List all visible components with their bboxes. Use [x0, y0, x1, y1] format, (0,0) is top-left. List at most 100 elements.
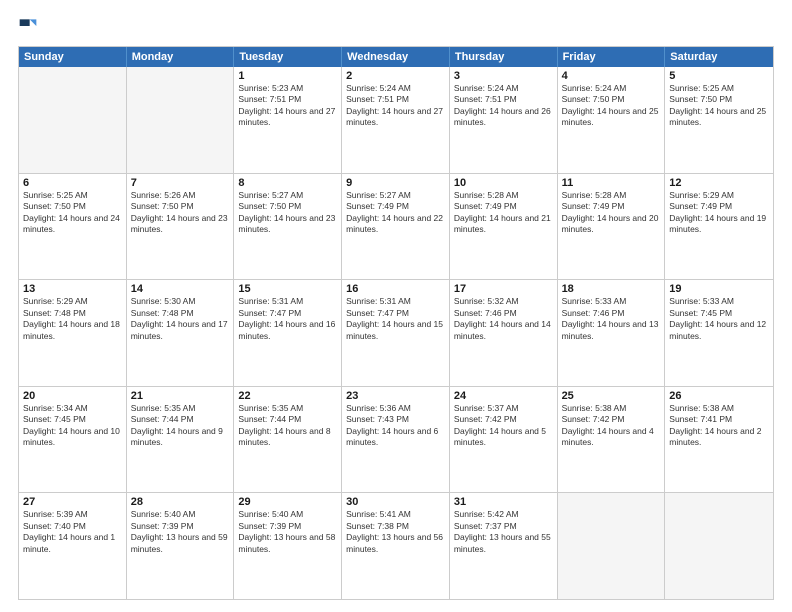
day-number: 22	[238, 390, 337, 402]
calendar-cell: 27Sunrise: 5:39 AMSunset: 7:40 PMDayligh…	[19, 493, 127, 599]
calendar-cell: 2Sunrise: 5:24 AMSunset: 7:51 PMDaylight…	[342, 67, 450, 173]
cell-info: Sunrise: 5:26 AM	[131, 190, 230, 201]
cell-info: Sunset: 7:44 PM	[238, 414, 337, 425]
cell-info: Daylight: 14 hours and 17 minutes.	[131, 319, 230, 342]
cell-info: Sunset: 7:49 PM	[669, 201, 769, 212]
cell-info: Sunset: 7:46 PM	[562, 308, 661, 319]
cell-info: Sunrise: 5:35 AM	[131, 403, 230, 414]
cell-info: Sunset: 7:49 PM	[562, 201, 661, 212]
header	[18, 16, 774, 36]
weekday-header: Monday	[127, 47, 235, 67]
calendar-cell: 3Sunrise: 5:24 AMSunset: 7:51 PMDaylight…	[450, 67, 558, 173]
calendar-cell: 23Sunrise: 5:36 AMSunset: 7:43 PMDayligh…	[342, 387, 450, 493]
calendar-cell	[558, 493, 666, 599]
logo-icon	[18, 16, 38, 36]
weekday-header: Friday	[558, 47, 666, 67]
cell-info: Daylight: 14 hours and 16 minutes.	[238, 319, 337, 342]
calendar-cell: 26Sunrise: 5:38 AMSunset: 7:41 PMDayligh…	[665, 387, 773, 493]
cell-info: Sunrise: 5:37 AM	[454, 403, 553, 414]
cell-info: Daylight: 14 hours and 27 minutes.	[238, 106, 337, 129]
cell-info: Daylight: 14 hours and 13 minutes.	[562, 319, 661, 342]
calendar-row: 1Sunrise: 5:23 AMSunset: 7:51 PMDaylight…	[19, 67, 773, 173]
cell-info: Daylight: 13 hours and 58 minutes.	[238, 532, 337, 555]
calendar-cell	[127, 67, 235, 173]
day-number: 28	[131, 496, 230, 508]
day-number: 4	[562, 70, 661, 82]
cell-info: Sunrise: 5:38 AM	[669, 403, 769, 414]
day-number: 31	[454, 496, 553, 508]
cell-info: Sunrise: 5:36 AM	[346, 403, 445, 414]
cell-info: Sunrise: 5:28 AM	[454, 190, 553, 201]
calendar-cell: 22Sunrise: 5:35 AMSunset: 7:44 PMDayligh…	[234, 387, 342, 493]
logo	[18, 16, 40, 36]
cell-info: Sunset: 7:51 PM	[238, 94, 337, 105]
cell-info: Sunset: 7:50 PM	[23, 201, 122, 212]
cell-info: Daylight: 14 hours and 10 minutes.	[23, 426, 122, 449]
calendar-cell: 17Sunrise: 5:32 AMSunset: 7:46 PMDayligh…	[450, 280, 558, 386]
day-number: 26	[669, 390, 769, 402]
cell-info: Sunrise: 5:42 AM	[454, 509, 553, 520]
cell-info: Daylight: 14 hours and 5 minutes.	[454, 426, 553, 449]
day-number: 11	[562, 177, 661, 189]
cell-info: Sunrise: 5:27 AM	[238, 190, 337, 201]
day-number: 13	[23, 283, 122, 295]
cell-info: Daylight: 14 hours and 23 minutes.	[131, 213, 230, 236]
day-number: 16	[346, 283, 445, 295]
cell-info: Daylight: 14 hours and 9 minutes.	[131, 426, 230, 449]
weekday-header: Tuesday	[234, 47, 342, 67]
cell-info: Daylight: 13 hours and 55 minutes.	[454, 532, 553, 555]
day-number: 25	[562, 390, 661, 402]
cell-info: Daylight: 14 hours and 21 minutes.	[454, 213, 553, 236]
day-number: 29	[238, 496, 337, 508]
calendar-cell: 18Sunrise: 5:33 AMSunset: 7:46 PMDayligh…	[558, 280, 666, 386]
calendar-cell: 6Sunrise: 5:25 AMSunset: 7:50 PMDaylight…	[19, 174, 127, 280]
cell-info: Sunrise: 5:25 AM	[23, 190, 122, 201]
calendar-cell: 16Sunrise: 5:31 AMSunset: 7:47 PMDayligh…	[342, 280, 450, 386]
cell-info: Daylight: 14 hours and 15 minutes.	[346, 319, 445, 342]
cell-info: Sunset: 7:51 PM	[454, 94, 553, 105]
cell-info: Daylight: 14 hours and 14 minutes.	[454, 319, 553, 342]
calendar-cell: 29Sunrise: 5:40 AMSunset: 7:39 PMDayligh…	[234, 493, 342, 599]
cell-info: Sunrise: 5:24 AM	[454, 83, 553, 94]
cell-info: Sunset: 7:44 PM	[131, 414, 230, 425]
calendar-cell: 31Sunrise: 5:42 AMSunset: 7:37 PMDayligh…	[450, 493, 558, 599]
cell-info: Daylight: 14 hours and 19 minutes.	[669, 213, 769, 236]
cell-info: Daylight: 14 hours and 23 minutes.	[238, 213, 337, 236]
cell-info: Sunset: 7:47 PM	[346, 308, 445, 319]
calendar-cell: 5Sunrise: 5:25 AMSunset: 7:50 PMDaylight…	[665, 67, 773, 173]
cell-info: Daylight: 13 hours and 59 minutes.	[131, 532, 230, 555]
cell-info: Sunrise: 5:24 AM	[346, 83, 445, 94]
cell-info: Sunrise: 5:40 AM	[131, 509, 230, 520]
weekday-header: Sunday	[19, 47, 127, 67]
cell-info: Sunset: 7:45 PM	[23, 414, 122, 425]
cell-info: Sunrise: 5:35 AM	[238, 403, 337, 414]
cell-info: Sunset: 7:42 PM	[562, 414, 661, 425]
cell-info: Sunset: 7:38 PM	[346, 521, 445, 532]
day-number: 18	[562, 283, 661, 295]
cell-info: Sunset: 7:51 PM	[346, 94, 445, 105]
calendar-cell: 7Sunrise: 5:26 AMSunset: 7:50 PMDaylight…	[127, 174, 235, 280]
calendar-cell: 10Sunrise: 5:28 AMSunset: 7:49 PMDayligh…	[450, 174, 558, 280]
page: SundayMondayTuesdayWednesdayThursdayFrid…	[0, 0, 792, 612]
calendar-cell: 19Sunrise: 5:33 AMSunset: 7:45 PMDayligh…	[665, 280, 773, 386]
calendar-cell: 13Sunrise: 5:29 AMSunset: 7:48 PMDayligh…	[19, 280, 127, 386]
cell-info: Daylight: 14 hours and 4 minutes.	[562, 426, 661, 449]
cell-info: Sunset: 7:50 PM	[562, 94, 661, 105]
day-number: 6	[23, 177, 122, 189]
day-number: 19	[669, 283, 769, 295]
calendar-cell: 25Sunrise: 5:38 AMSunset: 7:42 PMDayligh…	[558, 387, 666, 493]
calendar-cell: 8Sunrise: 5:27 AMSunset: 7:50 PMDaylight…	[234, 174, 342, 280]
day-number: 30	[346, 496, 445, 508]
day-number: 7	[131, 177, 230, 189]
cell-info: Sunrise: 5:34 AM	[23, 403, 122, 414]
cell-info: Sunrise: 5:39 AM	[23, 509, 122, 520]
calendar-cell: 1Sunrise: 5:23 AMSunset: 7:51 PMDaylight…	[234, 67, 342, 173]
calendar-cell: 12Sunrise: 5:29 AMSunset: 7:49 PMDayligh…	[665, 174, 773, 280]
cell-info: Sunset: 7:50 PM	[669, 94, 769, 105]
cell-info: Daylight: 14 hours and 1 minute.	[23, 532, 122, 555]
day-number: 17	[454, 283, 553, 295]
weekday-header: Saturday	[665, 47, 773, 67]
cell-info: Sunset: 7:48 PM	[131, 308, 230, 319]
cell-info: Daylight: 14 hours and 8 minutes.	[238, 426, 337, 449]
calendar-cell: 11Sunrise: 5:28 AMSunset: 7:49 PMDayligh…	[558, 174, 666, 280]
